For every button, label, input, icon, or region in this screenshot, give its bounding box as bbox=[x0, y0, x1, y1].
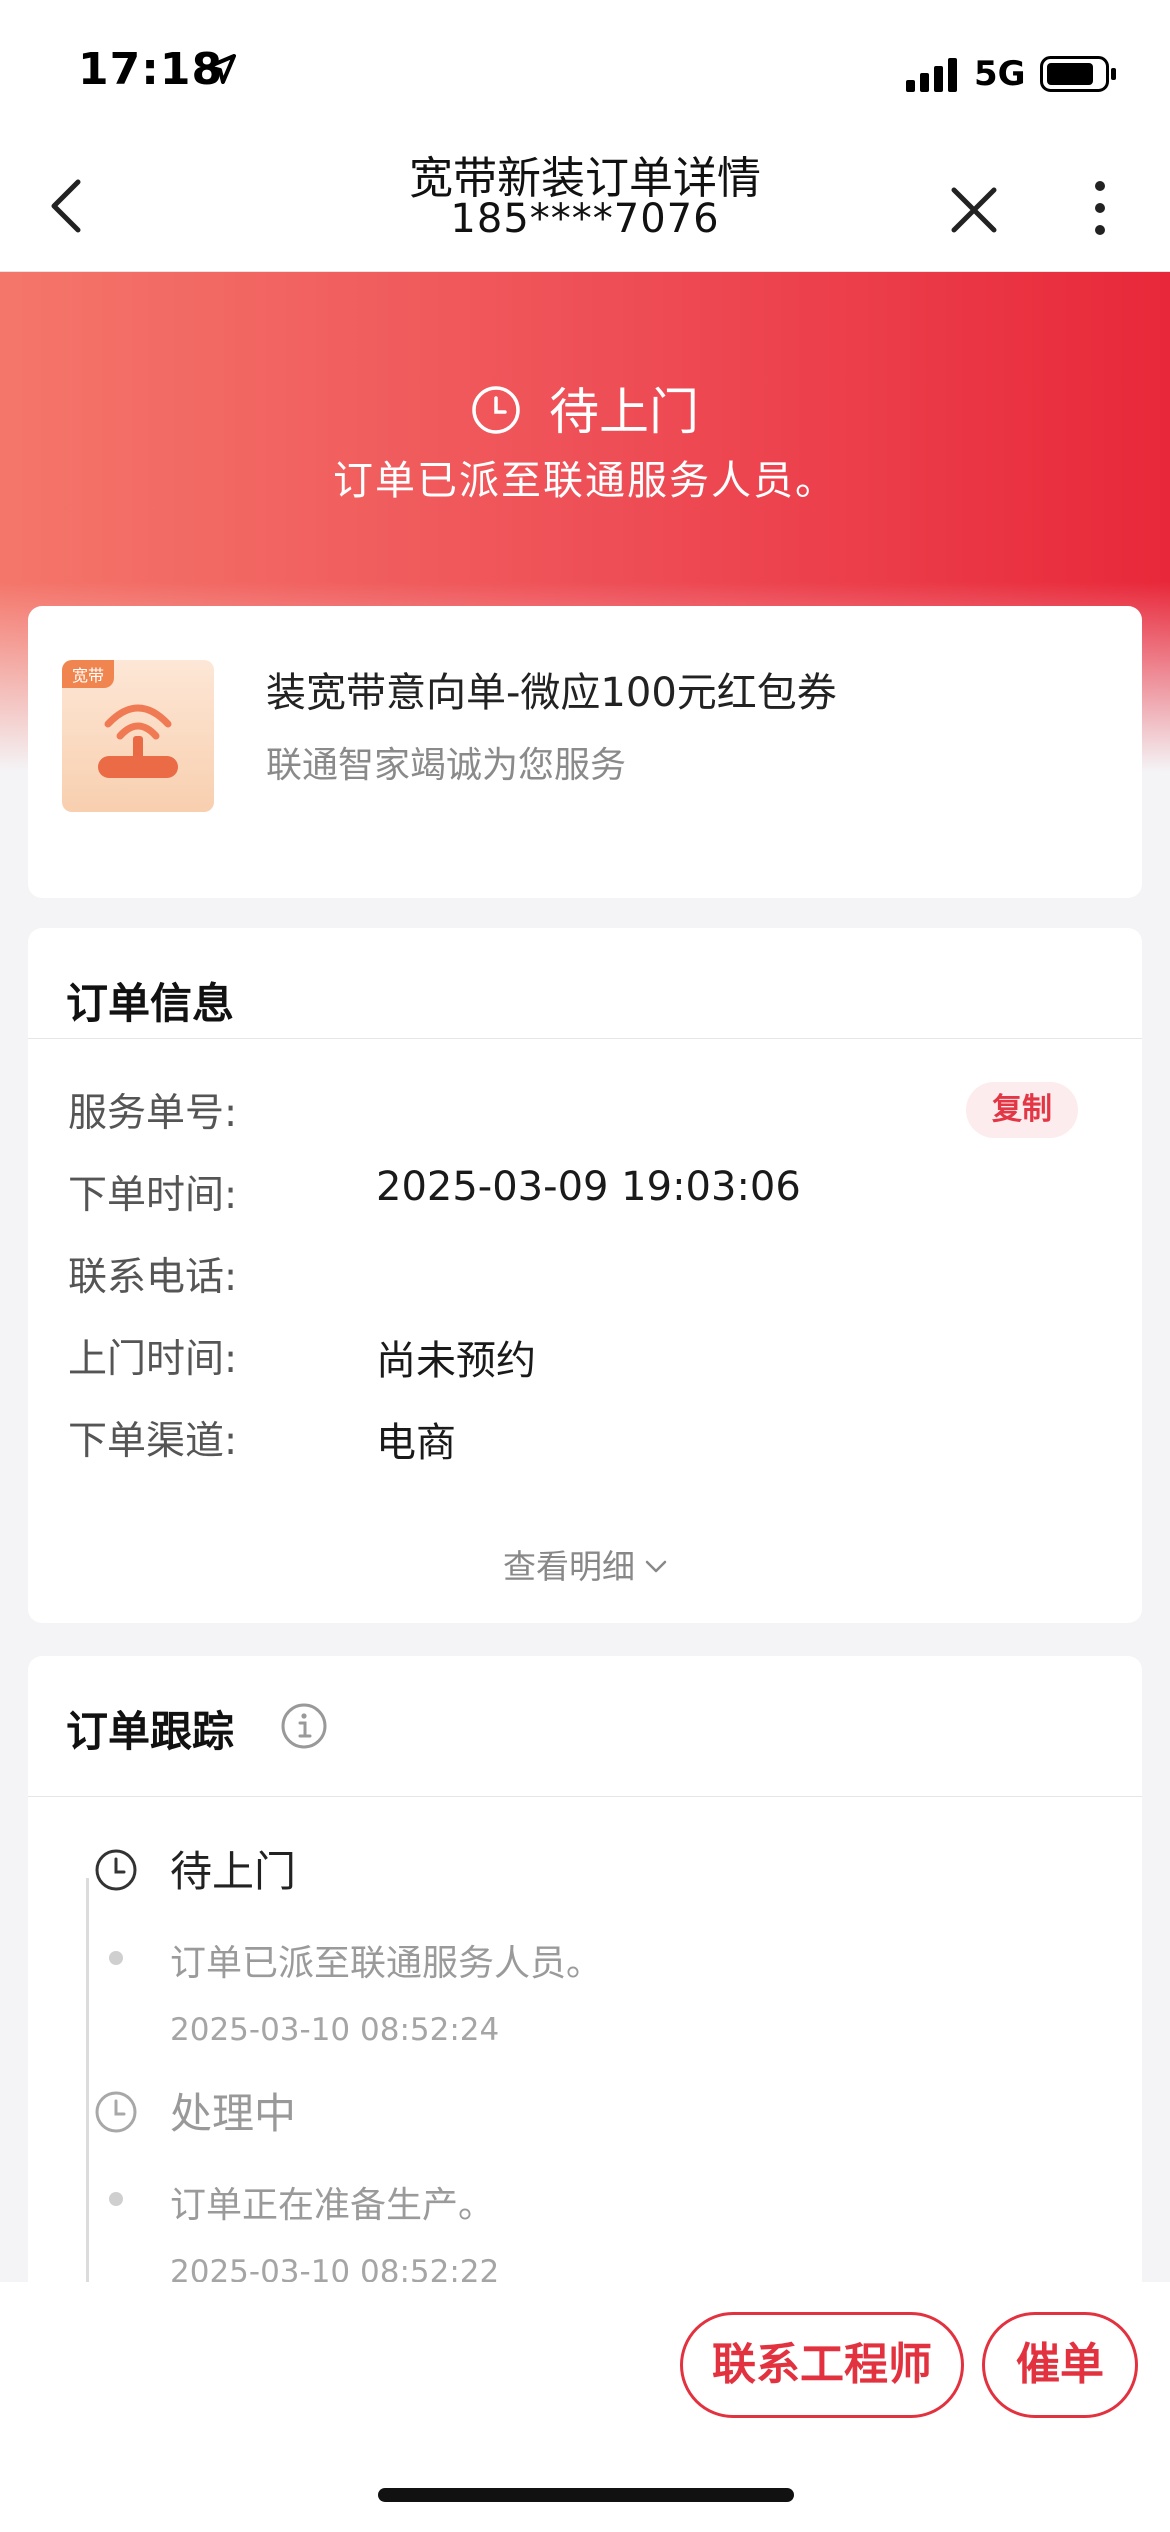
hero-status-text: 待上门 bbox=[549, 383, 699, 441]
home-indicator[interactable] bbox=[378, 2488, 794, 2502]
order-info-title: 订单信息 bbox=[66, 979, 235, 1028]
product-card[interactable]: 宽带 装宽带意向单-微应100元红包券 联通智家竭诚为您服务 bbox=[28, 606, 1142, 898]
info-icon[interactable] bbox=[280, 1702, 328, 1750]
view-detail-label: 查看明细 bbox=[503, 1547, 635, 1586]
order-detail-page: 17:18 5G 宽带新装订单详情 185****7076 待上门 订单已派至联… bbox=[0, 0, 1170, 2532]
info-value: 2025-03-09 19:03:06 bbox=[376, 1164, 801, 1210]
copy-button[interactable]: 复制 bbox=[966, 1082, 1078, 1138]
status-bar: 17:18 5G bbox=[0, 0, 1170, 140]
clock-icon bbox=[95, 2091, 137, 2133]
info-label: 下单渠道: bbox=[68, 1419, 238, 1464]
more-icon[interactable] bbox=[1086, 178, 1114, 238]
info-label: 联系电话: bbox=[68, 1255, 238, 1300]
battery-icon bbox=[1040, 56, 1116, 92]
signal-icon bbox=[906, 58, 957, 92]
order-info-card: 订单信息 服务单号: 复制 下单时间: 2025-03-09 19:03:06 … bbox=[28, 928, 1142, 1623]
timeline-line bbox=[86, 1878, 89, 2298]
timeline-status: 处理中 bbox=[170, 2089, 297, 2138]
urge-order-button[interactable]: 催单 bbox=[982, 2312, 1138, 2418]
chevron-down-icon bbox=[645, 1560, 667, 1573]
timeline-description: 订单已派至联通服务人员。 bbox=[170, 1943, 603, 1984]
divider bbox=[28, 1038, 1142, 1039]
router-icon bbox=[98, 704, 178, 778]
view-detail-link[interactable]: 查看明细 bbox=[28, 1540, 1142, 1588]
info-row-contact-phone: 联系电话: bbox=[68, 1246, 1108, 1306]
nav-bar: 宽带新装订单详情 185****7076 bbox=[0, 140, 1170, 272]
network-type: 5G bbox=[974, 54, 1026, 94]
product-title: 装宽带意向单-微应100元红包券 bbox=[266, 670, 837, 716]
contact-engineer-button[interactable]: 联系工程师 bbox=[680, 2312, 964, 2418]
info-value: 尚未预约 bbox=[376, 1338, 536, 1384]
info-row-service-no: 服务单号: bbox=[68, 1082, 1108, 1142]
timeline-dot bbox=[109, 1951, 123, 1965]
info-label: 上门时间: bbox=[68, 1337, 238, 1382]
info-row-visit-time: 上门时间: 尚未预约 bbox=[68, 1328, 1108, 1388]
info-row-channel: 下单渠道: 电商 bbox=[68, 1410, 1108, 1470]
info-value: 电商 bbox=[376, 1420, 456, 1466]
info-label: 服务单号: bbox=[68, 1091, 238, 1136]
location-arrow-icon bbox=[206, 54, 236, 84]
hero-description: 订单已派至联通服务人员。 bbox=[333, 458, 837, 504]
hero-status: 待上门 bbox=[0, 372, 1170, 444]
clock-icon bbox=[95, 1849, 137, 1891]
info-row-order-time: 下单时间: 2025-03-09 19:03:06 bbox=[68, 1164, 1108, 1224]
timeline-status: 待上门 bbox=[170, 1847, 297, 1896]
clock-icon bbox=[472, 386, 520, 434]
status-time: 17:18 bbox=[78, 44, 224, 95]
product-subtitle: 联通智家竭诚为您服务 bbox=[266, 745, 627, 786]
close-icon[interactable] bbox=[948, 184, 1000, 236]
timeline-time: 2025-03-10 08:52:24 bbox=[170, 2012, 500, 2048]
timeline-dot bbox=[109, 2192, 123, 2206]
tracking-title: 订单跟踪 bbox=[66, 1707, 235, 1756]
divider bbox=[28, 1796, 1142, 1797]
product-image: 宽带 bbox=[62, 660, 214, 812]
info-label: 下单时间: bbox=[68, 1173, 238, 1218]
timeline-description: 订单正在准备生产。 bbox=[170, 2185, 495, 2226]
